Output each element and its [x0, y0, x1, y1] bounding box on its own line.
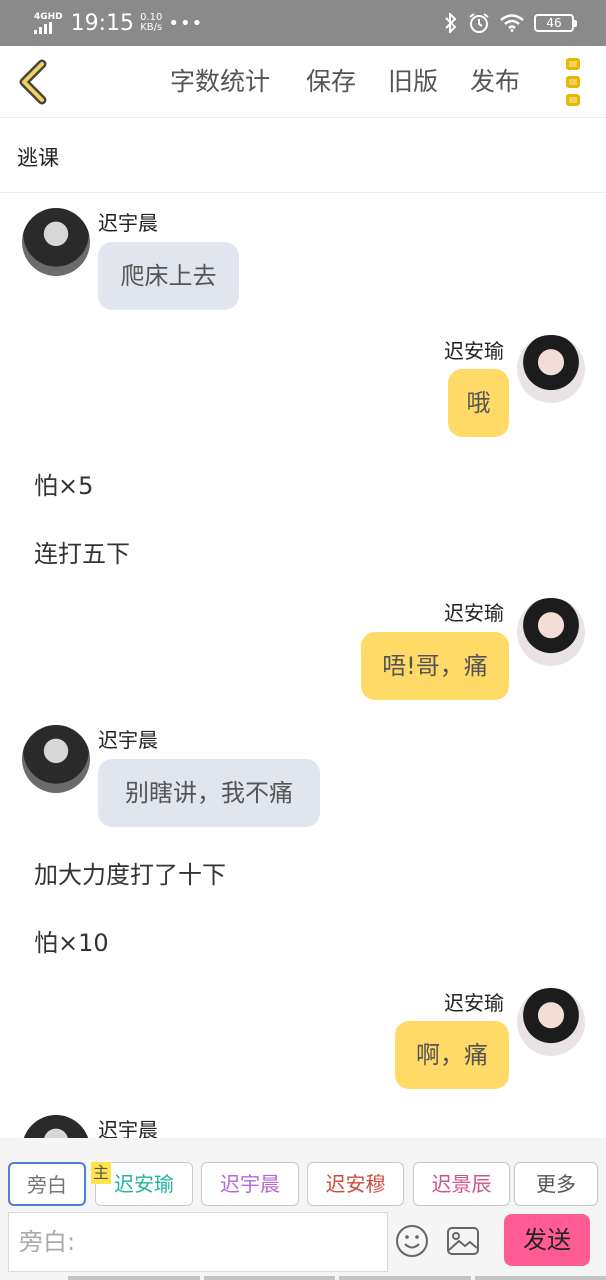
chapter-title-bar[interactable]: 逃课: [0, 118, 606, 193]
narration-text[interactable]: 连打五下: [34, 534, 130, 569]
composer: 旁白 迟安瑜 主 迟宇晨 迟安穆 迟景辰 更多 旁白: 发送: [0, 1138, 606, 1280]
network-type: 4GHD: [34, 11, 63, 22]
narration-text[interactable]: 怕×10: [34, 923, 109, 958]
message-left[interactable]: 迟宇晨: [0, 1112, 606, 1138]
avatar[interactable]: [22, 725, 90, 793]
avatar[interactable]: [517, 598, 585, 666]
speed-unit: KB/s: [140, 22, 163, 33]
status-left: 4GHD 19:15 0.10 KB/s •••: [34, 8, 203, 38]
speaker-name: 迟安瑜: [444, 991, 504, 1015]
avatar[interactable]: [22, 208, 90, 276]
message-bubble[interactable]: 啊，痛: [395, 1021, 509, 1089]
speaker-name: 迟宇晨: [98, 211, 158, 235]
bluetooth-icon: [445, 13, 457, 33]
chapter-title: 逃课: [17, 146, 59, 170]
publish-button[interactable]: 发布: [470, 66, 520, 98]
message-left[interactable]: 迟宇晨 别瞎讲，我不痛: [0, 722, 606, 832]
message-left[interactable]: 迟宇晨 爬床上去: [0, 205, 606, 315]
narration-text[interactable]: 加大力度打了十下: [34, 855, 226, 890]
message-bubble[interactable]: 哦: [448, 369, 509, 437]
speaker-name: 迟宇晨: [98, 728, 158, 752]
battery-icon: 46: [534, 14, 577, 32]
image-icon: [447, 1227, 479, 1255]
avatar[interactable]: [517, 335, 585, 403]
speaker-name: 迟宇晨: [98, 1118, 158, 1138]
network-speed: 0.10 KB/s: [140, 13, 162, 33]
role-button-chi-yuchen[interactable]: 迟宇晨: [201, 1162, 299, 1206]
save-button[interactable]: 保存: [306, 66, 356, 98]
editor-toolbar: 字数统计 保存 旧版 发布: [0, 46, 606, 118]
message-input[interactable]: 旁白:: [8, 1212, 388, 1272]
main-role-badge: 主: [91, 1162, 111, 1184]
old-version-button[interactable]: 旧版: [388, 66, 438, 98]
battery-level: 46: [546, 16, 562, 30]
emoji-button[interactable]: [395, 1224, 429, 1258]
message-bubble[interactable]: 别瞎讲，我不痛: [98, 759, 320, 827]
back-button[interactable]: [14, 58, 54, 106]
status-more-dots: •••: [168, 12, 204, 34]
role-button-chi-anmu[interactable]: 迟安穆: [307, 1162, 404, 1206]
avatar[interactable]: [517, 988, 585, 1056]
message-right[interactable]: 迟安瑜 唔!哥，痛: [0, 595, 606, 705]
chevron-left-icon: [19, 59, 47, 105]
role-button-chi-jingchen[interactable]: 迟景辰: [413, 1162, 510, 1206]
more-roles-button[interactable]: 更多: [514, 1162, 598, 1206]
narration-text[interactable]: 怕×5: [34, 466, 93, 501]
three-dots-vertical-icon[interactable]: [566, 58, 582, 106]
image-button[interactable]: [446, 1226, 480, 1256]
role-narration-button[interactable]: 旁白: [8, 1162, 86, 1206]
word-count-button[interactable]: 字数统计: [170, 66, 270, 98]
signal-icon: 4GHD: [34, 11, 63, 34]
alarm-icon: [469, 13, 489, 33]
message-bubble[interactable]: 唔!哥，痛: [361, 632, 509, 700]
bottom-divider: [68, 1276, 606, 1280]
message-right[interactable]: 迟安瑜 哦: [0, 333, 606, 443]
status-bar: 4GHD 19:15 0.10 KB/s ••• 46: [0, 0, 606, 46]
speaker-name: 迟安瑜: [444, 601, 504, 625]
send-button[interactable]: 发送: [504, 1214, 590, 1266]
message-right[interactable]: 迟安瑜 啊，痛: [0, 985, 606, 1095]
wifi-icon: [500, 14, 524, 32]
avatar[interactable]: [22, 1115, 90, 1138]
status-right: 46: [444, 10, 577, 36]
message-bubble[interactable]: 爬床上去: [98, 242, 239, 310]
speaker-name: 迟安瑜: [444, 339, 504, 363]
smiley-icon: [396, 1225, 428, 1257]
status-time: 19:15: [70, 10, 135, 36]
